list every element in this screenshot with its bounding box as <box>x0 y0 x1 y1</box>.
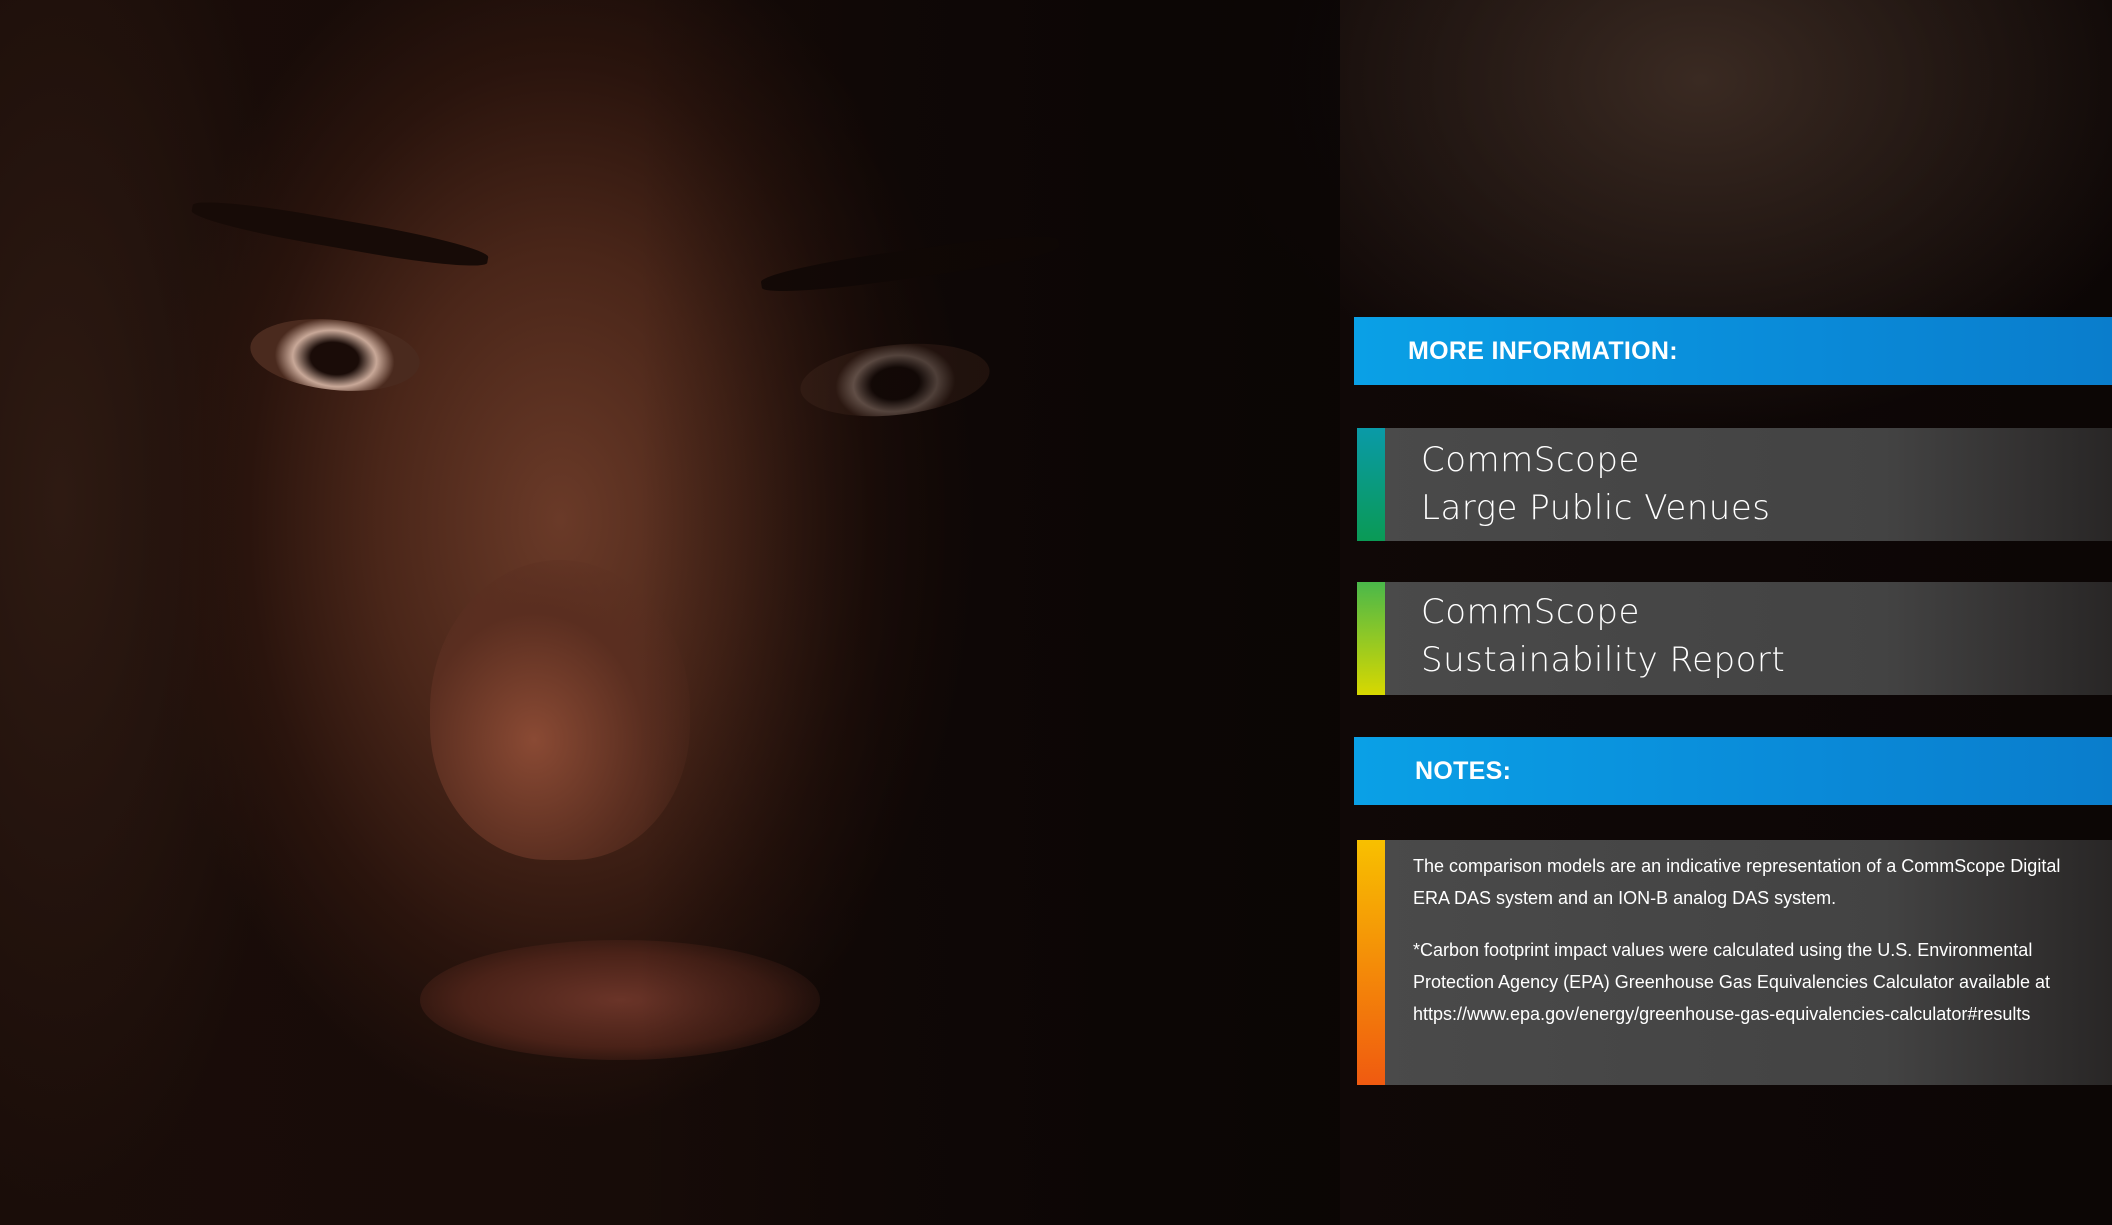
link-card-sustainability-report[interactable]: CommScope Sustainability Report <box>1357 582 2112 695</box>
notes-paragraph-comparison: The comparison models are an indicative … <box>1413 856 2061 908</box>
orange-accent-bar <box>1357 840 1385 1085</box>
notes-card: The comparison models are an indicative … <box>1357 840 2112 1085</box>
more-information-banner: MORE INFORMATION: <box>1354 317 2112 385</box>
link-title-line2: Large Public Venues <box>1421 488 1771 528</box>
left-eyebrow <box>189 194 491 274</box>
link-title-line1: CommScope <box>1421 440 1640 480</box>
left-eye <box>246 311 424 399</box>
link-card-large-public-venues[interactable]: CommScope Large Public Venues <box>1357 428 2112 541</box>
link-title-line1: CommScope <box>1421 592 1640 632</box>
page: MORE INFORMATION: CommScope Large Public… <box>0 0 2112 1225</box>
notes-heading: NOTES: <box>1415 757 1512 785</box>
green-accent-bar <box>1357 582 1385 695</box>
notes-paragraph-carbon-footprint: *Carbon footprint impact values were cal… <box>1413 940 2051 1024</box>
teal-accent-bar <box>1357 428 1385 541</box>
face-shadow <box>640 0 1340 1225</box>
more-information-heading: MORE INFORMATION: <box>1408 337 1678 365</box>
link-title-line2: Sustainability Report <box>1421 640 1786 680</box>
notes-banner: NOTES: <box>1354 737 2112 805</box>
